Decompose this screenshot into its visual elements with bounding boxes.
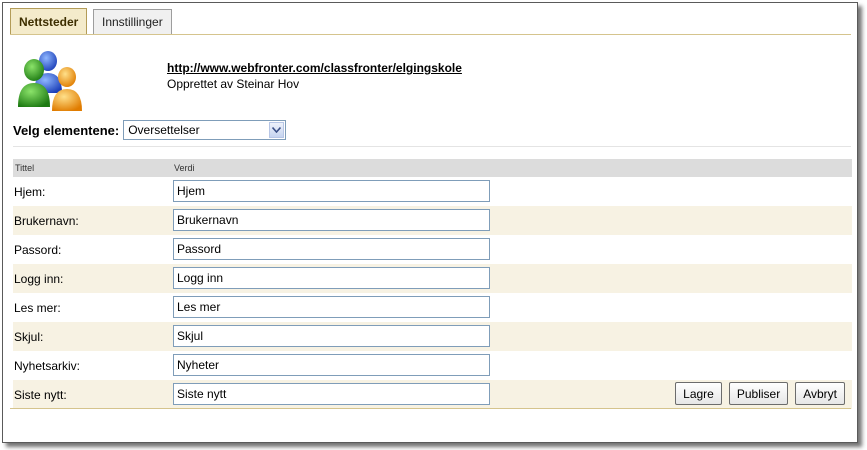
row-value-input[interactable] [173,180,490,202]
row-label: Brukernavn: [14,214,79,228]
row-label: Siste nytt: [14,388,67,402]
site-url-link[interactable]: http://www.webfronter.com/classfronter/e… [167,61,462,75]
editor-window: Nettsteder Innstillinger http://www.webf… [2,2,858,443]
chevron-down-icon[interactable] [269,122,285,138]
table-row: Logg inn: [13,264,852,293]
row-label: Skjul: [14,330,44,344]
row-value-input[interactable] [173,354,490,376]
element-selector-value: Oversettelser [128,123,200,137]
table-row: Nyhetsarkiv: [13,351,852,380]
element-selector-dropdown[interactable]: Oversettelser [123,120,287,140]
element-selector-row: Velg elementene: Oversettelser [13,119,287,141]
translations-table: Tittel Verdi Hjem: Brukernavn: Passord: … [13,159,852,409]
tab-panel: http://www.webfronter.com/classfronter/e… [10,34,852,409]
row-value-input[interactable] [173,383,490,405]
site-creator-text: Opprettet av Steinar Hov [167,77,300,91]
table-row: Hjem: [13,177,852,206]
row-value-input[interactable] [173,325,490,347]
row-value-input[interactable] [173,238,490,260]
save-button[interactable]: Lagre [675,382,722,405]
row-label: Les mer: [14,301,61,315]
row-value-input[interactable] [173,209,490,231]
tab-nettsteder[interactable]: Nettsteder [10,8,88,36]
table-row: Brukernavn: [13,206,852,235]
tab-innstillinger[interactable]: Innstillinger [93,9,172,35]
cancel-button[interactable]: Avbryt [795,382,845,405]
column-header-value: Verdi [174,163,195,173]
element-selector-label: Velg elementene: [13,122,120,138]
row-label: Passord: [14,243,62,257]
panel-bottom-border [10,408,851,409]
publish-button[interactable]: Publiser [728,382,789,405]
table-header: Tittel Verdi [13,159,852,177]
divider [13,146,851,147]
table-row: Skjul: [13,322,852,351]
row-value-input[interactable] [173,296,490,318]
row-label: Nyhetsarkiv: [14,359,81,373]
table-row: Passord: [13,235,852,264]
row-label: Logg inn: [14,272,64,286]
users-group-icon [18,51,82,111]
column-header-title: Tittel [15,163,35,173]
row-value-input[interactable] [173,267,490,289]
row-label: Hjem: [14,185,46,199]
table-row: Les mer: [13,293,852,322]
action-buttons: Lagre Publiser Avbryt [675,382,845,405]
